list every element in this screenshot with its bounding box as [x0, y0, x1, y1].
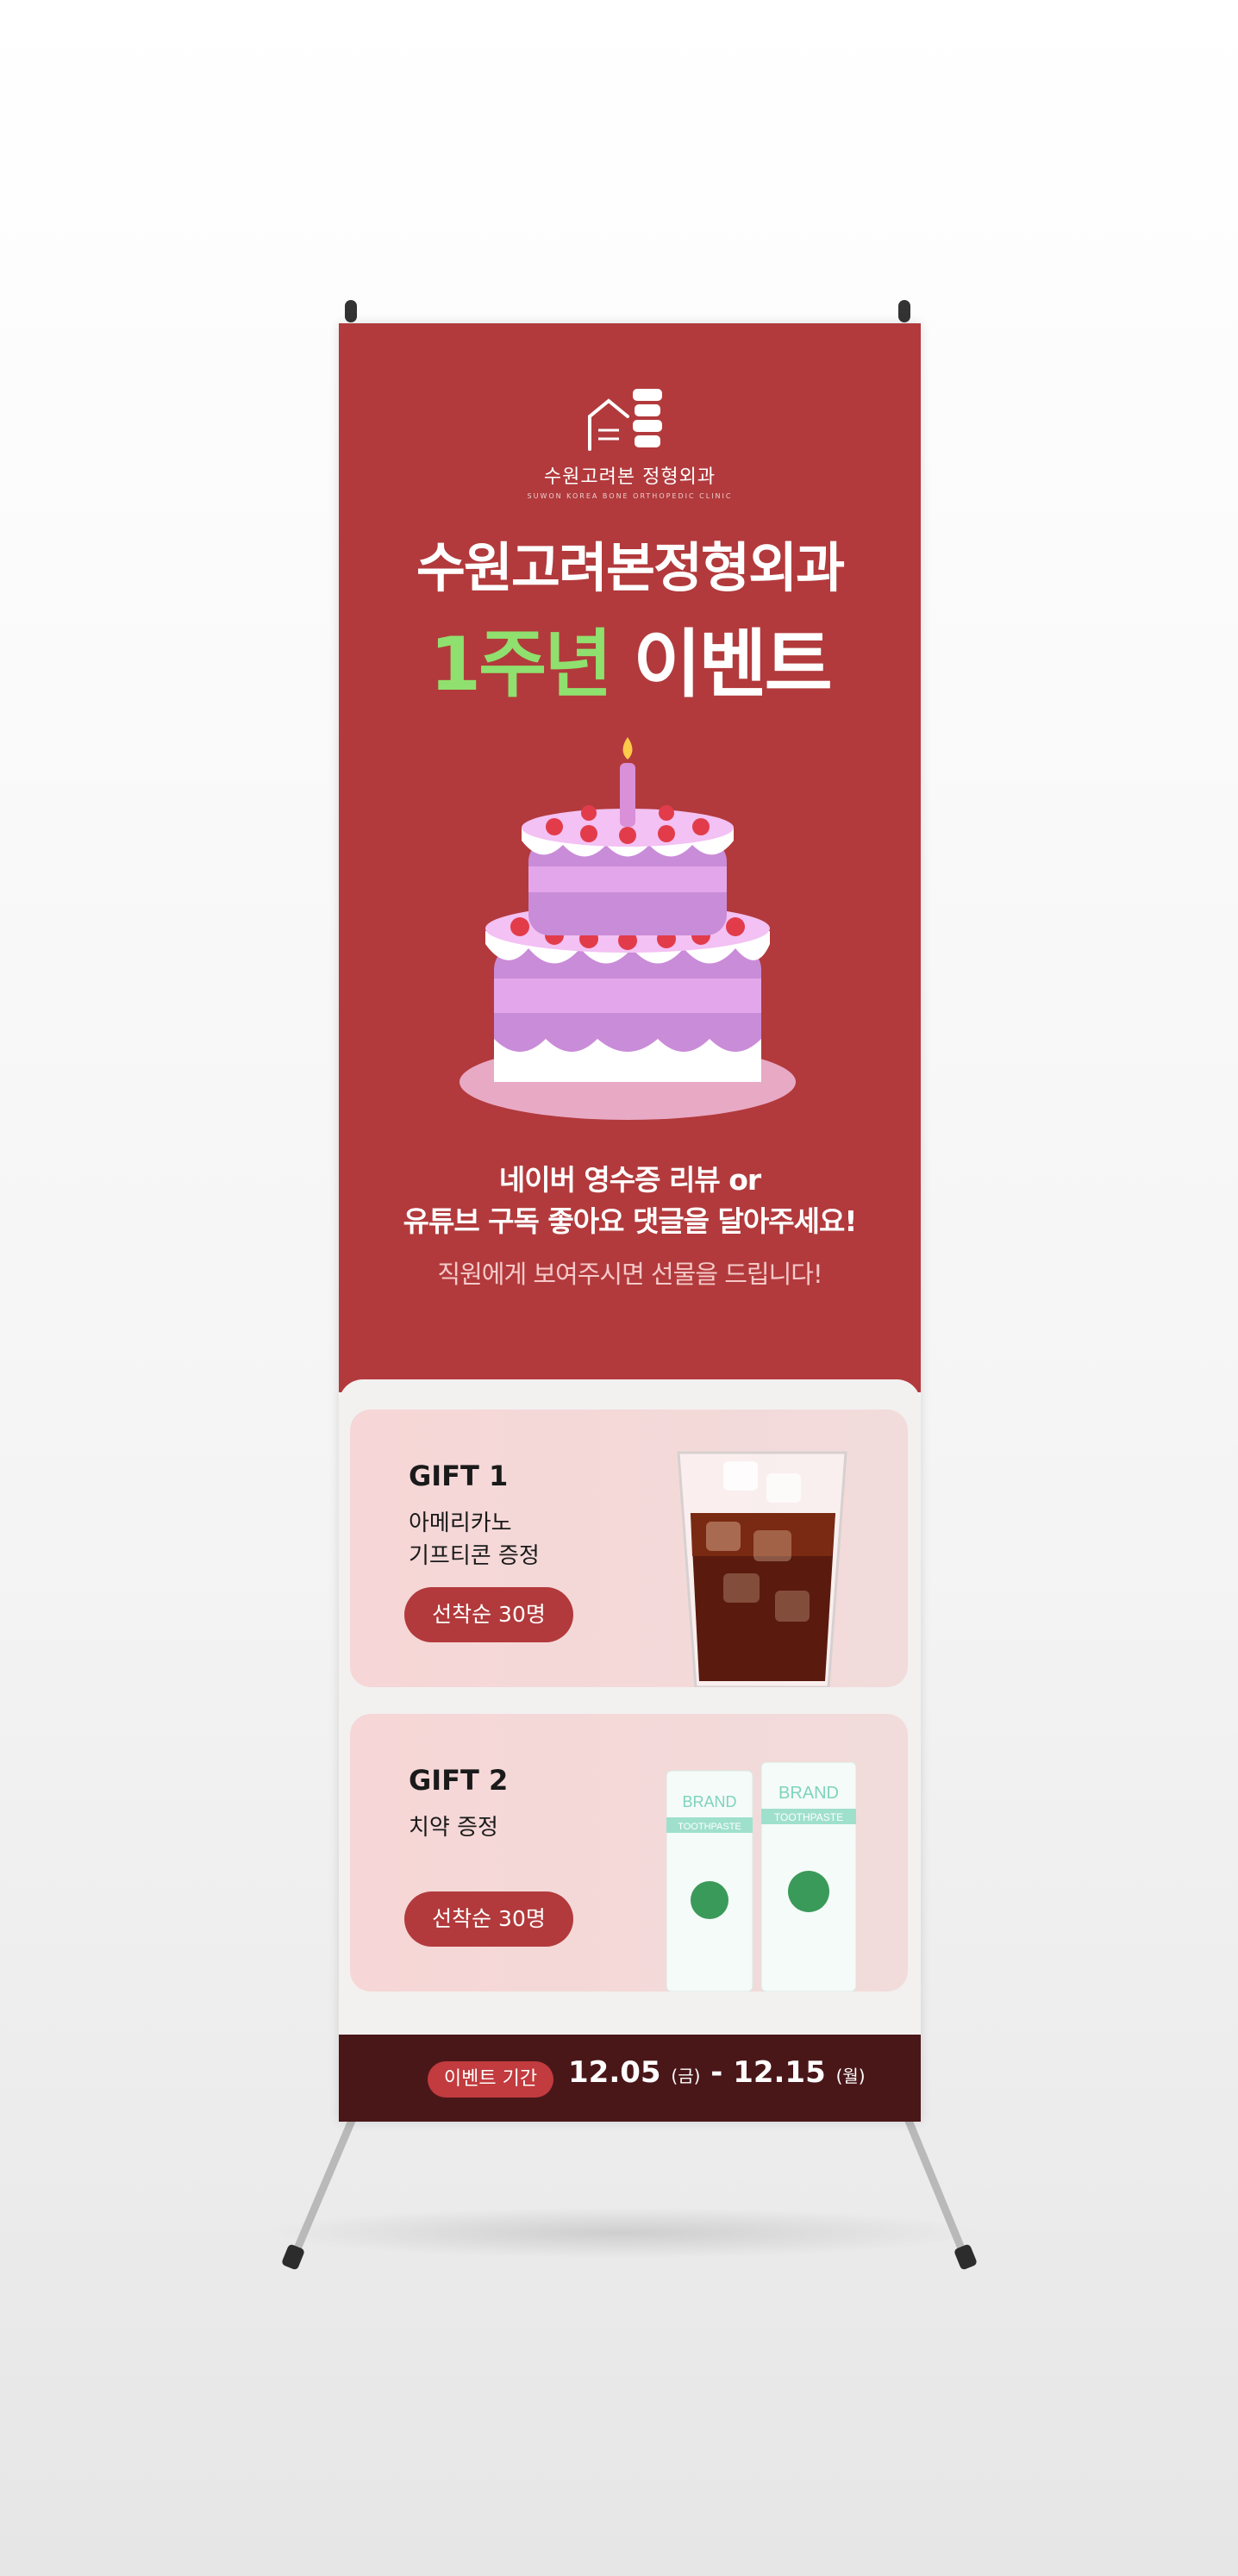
clinic-logo: 수원고려본 정형외과 SUWON KOREA BONE ORTHOPEDIC C…	[339, 382, 921, 500]
description-line2: 유튜브 구독 좋아요 댓글을 달아주세요!	[403, 1204, 858, 1238]
gift-limit-badge: 선착순 30명	[404, 1891, 573, 1947]
event-period-dates: 12.05 (금) - 12.15 (월)	[568, 2055, 866, 2090]
event-description: 네이버 영수증 리뷰 or 유튜브 구독 좋아요 댓글을 달아주세요!	[339, 1160, 921, 1242]
banner-hook-right	[898, 300, 910, 322]
headline-event: 1주년 이벤트	[339, 603, 921, 711]
toothpaste-brand-text-2: BRAND	[778, 1784, 839, 1803]
toothpaste-brand-text-1: BRAND	[682, 1793, 736, 1810]
x-banner: 수원고려본 정형외과 SUWON KOREA BONE ORTHOPEDIC C…	[339, 323, 921, 2122]
gift-desc-line2: 기프티콘 증정	[409, 1542, 540, 1569]
clinic-logo-icon	[587, 389, 662, 451]
period-end-day: (월)	[835, 2066, 866, 2086]
banner-hook-left	[345, 300, 357, 322]
description-line1: 네이버 영수증 리뷰 or	[498, 1163, 761, 1197]
birthday-cake-icon	[460, 737, 796, 1120]
toothpaste-product-text-1: TOOTHPASTE	[678, 1822, 741, 1832]
gift-desc-line1: 치약 증정	[409, 1815, 498, 1841]
gift-title: GIFT 2	[409, 1764, 509, 1797]
toothpaste-image: BRAND TOOTHPASTE BRAND TOOTHPASTE	[666, 1761, 857, 1991]
period-separator: -	[700, 2055, 734, 2090]
mockup-stage: 수원고려본 정형외과 SUWON KOREA BONE ORTHOPEDIC C…	[0, 0, 1238, 2576]
period-start-day: (금)	[671, 2066, 701, 2086]
toothpaste-icon: BRAND TOOTHPASTE BRAND TOOTHPASTE	[666, 1761, 857, 1991]
clinic-subtitle: SUWON KOREA BONE ORTHOPEDIC CLINIC	[527, 492, 733, 500]
gift-desc-line1: 아메리카노	[409, 1510, 512, 1536]
period-start: 12.05	[568, 2055, 661, 2090]
event-period-bar: 이벤트 기간 12.05 (금) - 12.15 (월)	[339, 2035, 921, 2122]
headline-rest: 이벤트	[610, 622, 832, 708]
period-end: 12.15	[733, 2055, 826, 2090]
gift-card-1: GIFT 1 아메리카노 기프티콘 증정 선착순 30명	[350, 1410, 908, 1687]
gift-description: 아메리카노 기프티콘 증정	[409, 1508, 540, 1572]
headline-clinic: 수원고려본정형외과	[416, 536, 845, 599]
toothpaste-product-text-2: TOOTHPASTE	[774, 1811, 843, 1823]
gift-limit-badge: 선착순 30명	[404, 1587, 573, 1642]
gift-card-2: GIFT 2 치약 증정 선착순 30명 BRAND TOOTHPASTE BR…	[350, 1714, 908, 1991]
gift-description: 치약 증정	[409, 1812, 498, 1845]
iced-coffee-icon	[677, 1451, 847, 1687]
headline-highlight: 1주년	[429, 622, 612, 708]
gift-title: GIFT 1	[409, 1460, 509, 1492]
description-line3: 직원에게 보여주시면 선물을 드립니다!	[437, 1260, 822, 1289]
clinic-name: 수원고려본 정형외과	[543, 466, 716, 488]
event-period-label: 이벤트 기간	[428, 2061, 553, 2098]
banner-top-section: 수원고려본 정형외과 SUWON KOREA BONE ORTHOPEDIC C…	[339, 323, 921, 1392]
